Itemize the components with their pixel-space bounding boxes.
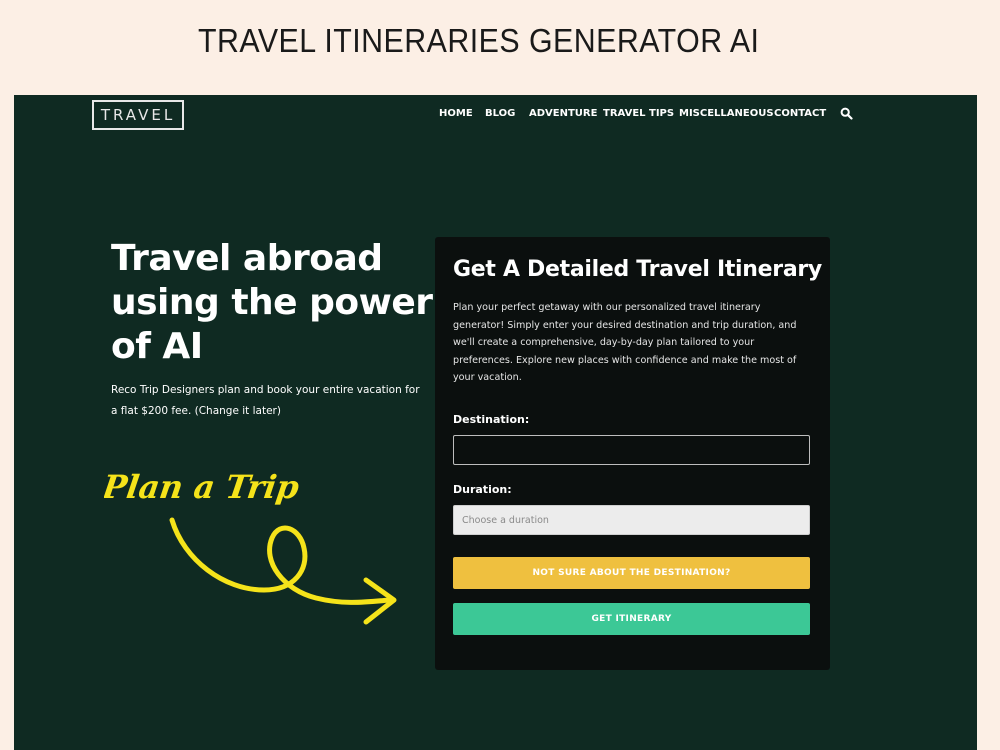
itinerary-form-card: Get A Detailed Travel Itinerary Plan you… (435, 237, 830, 670)
get-itinerary-button[interactable]: GET ITINERARY (453, 603, 810, 635)
page-title: TRAVEL ITINERARIES GENERATOR AI (198, 22, 760, 59)
search-icon[interactable] (840, 107, 853, 120)
duration-label: Duration: (453, 483, 512, 496)
hero-heading-line-3: of AI (111, 326, 203, 367)
hero-heading-line-1: Travel abroad (111, 238, 383, 279)
nav-adventure[interactable]: ADVENTURE (529, 108, 597, 119)
duration-select[interactable]: Choose a duration (453, 505, 810, 535)
swirl-arrow-icon (169, 517, 393, 605)
site-logo[interactable]: TRAVEL (92, 100, 184, 130)
hero-heading-line-2: using the power (111, 282, 433, 323)
website-screenshot: TRAVEL HOME BLOG ADVENTURE TRAVEL TIPS M… (14, 95, 977, 750)
hero-heading: Travel abroad using the power of AI (111, 237, 433, 369)
nav-miscellaneous[interactable]: MISCELLANEOUS (679, 108, 774, 119)
destination-input[interactable] (453, 435, 810, 465)
not-sure-destination-button[interactable]: NOT SURE ABOUT THE DESTINATION? (453, 557, 810, 589)
plan-a-trip-script-text: Plan a Trip (104, 468, 302, 506)
card-description: Plan your perfect getaway with our perso… (453, 302, 797, 383)
plan-a-trip-illustration: Plan a Trip (104, 468, 397, 625)
nav-blog[interactable]: BLOG (485, 108, 515, 119)
hero-subtext: Reco Trip Designers plan and book your e… (111, 384, 420, 417)
nav-travel-tips[interactable]: TRAVEL TIPS (603, 108, 674, 119)
nav-home[interactable]: HOME (439, 108, 473, 119)
destination-label: Destination: (453, 413, 530, 426)
card-title: Get A Detailed Travel Itinerary (453, 257, 822, 282)
nav-contact[interactable]: CONTACT (774, 108, 826, 119)
